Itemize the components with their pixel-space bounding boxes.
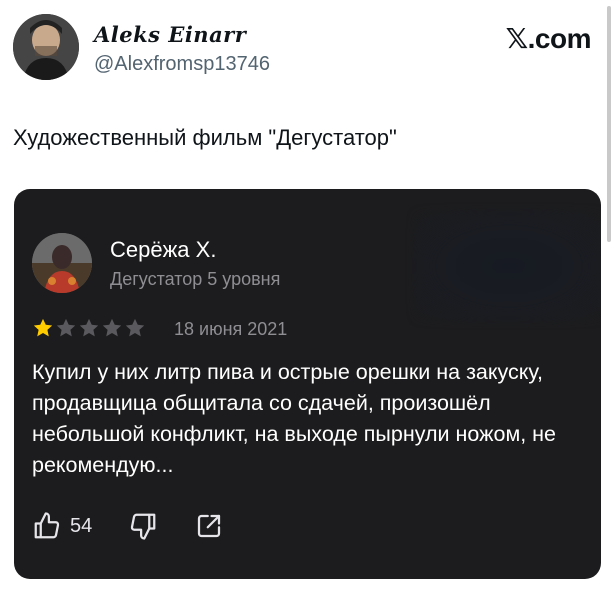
review-card-image: Серёжа Х. Дегустатор 5 уровня 18 июня 20… xyxy=(14,189,601,579)
star-empty-icon xyxy=(102,318,122,337)
share-icon xyxy=(198,514,221,538)
thumbs-down-icon xyxy=(131,513,156,540)
like-button[interactable]: 54 xyxy=(32,511,92,541)
author-avatar[interactable] xyxy=(13,14,79,80)
blurred-region xyxy=(414,211,601,321)
star-empty-icon xyxy=(79,318,99,337)
review-text: Купил у них литр пива и острые орешки на… xyxy=(32,360,556,477)
dislike-button[interactable] xyxy=(128,511,158,541)
author-handle[interactable]: @Alexfromsp13746 xyxy=(94,53,270,76)
share-button[interactable] xyxy=(194,511,224,541)
x-logo: 𝕏.com xyxy=(505,23,592,54)
reviewer-name: Серёжа Х. xyxy=(110,237,217,262)
star-filled-icon xyxy=(33,318,53,337)
like-count: 54 xyxy=(70,514,93,537)
thumbs-up-icon xyxy=(34,512,60,539)
tweet-text: Художественный фильм "Дегустатор" xyxy=(13,125,397,150)
author-display-name[interactable]: Aleks Einarr xyxy=(94,22,246,47)
page-scrollbar[interactable] xyxy=(607,6,611,242)
star-empty-icon xyxy=(56,318,76,337)
review-date: 18 июня 2021 xyxy=(174,319,288,339)
review-actions: 54 xyxy=(32,511,224,541)
reviewer-level: Дегустатор 5 уровня xyxy=(110,269,281,289)
star-empty-icon xyxy=(125,318,145,337)
reviewer-avatar xyxy=(32,233,92,293)
star-rating xyxy=(32,317,146,339)
